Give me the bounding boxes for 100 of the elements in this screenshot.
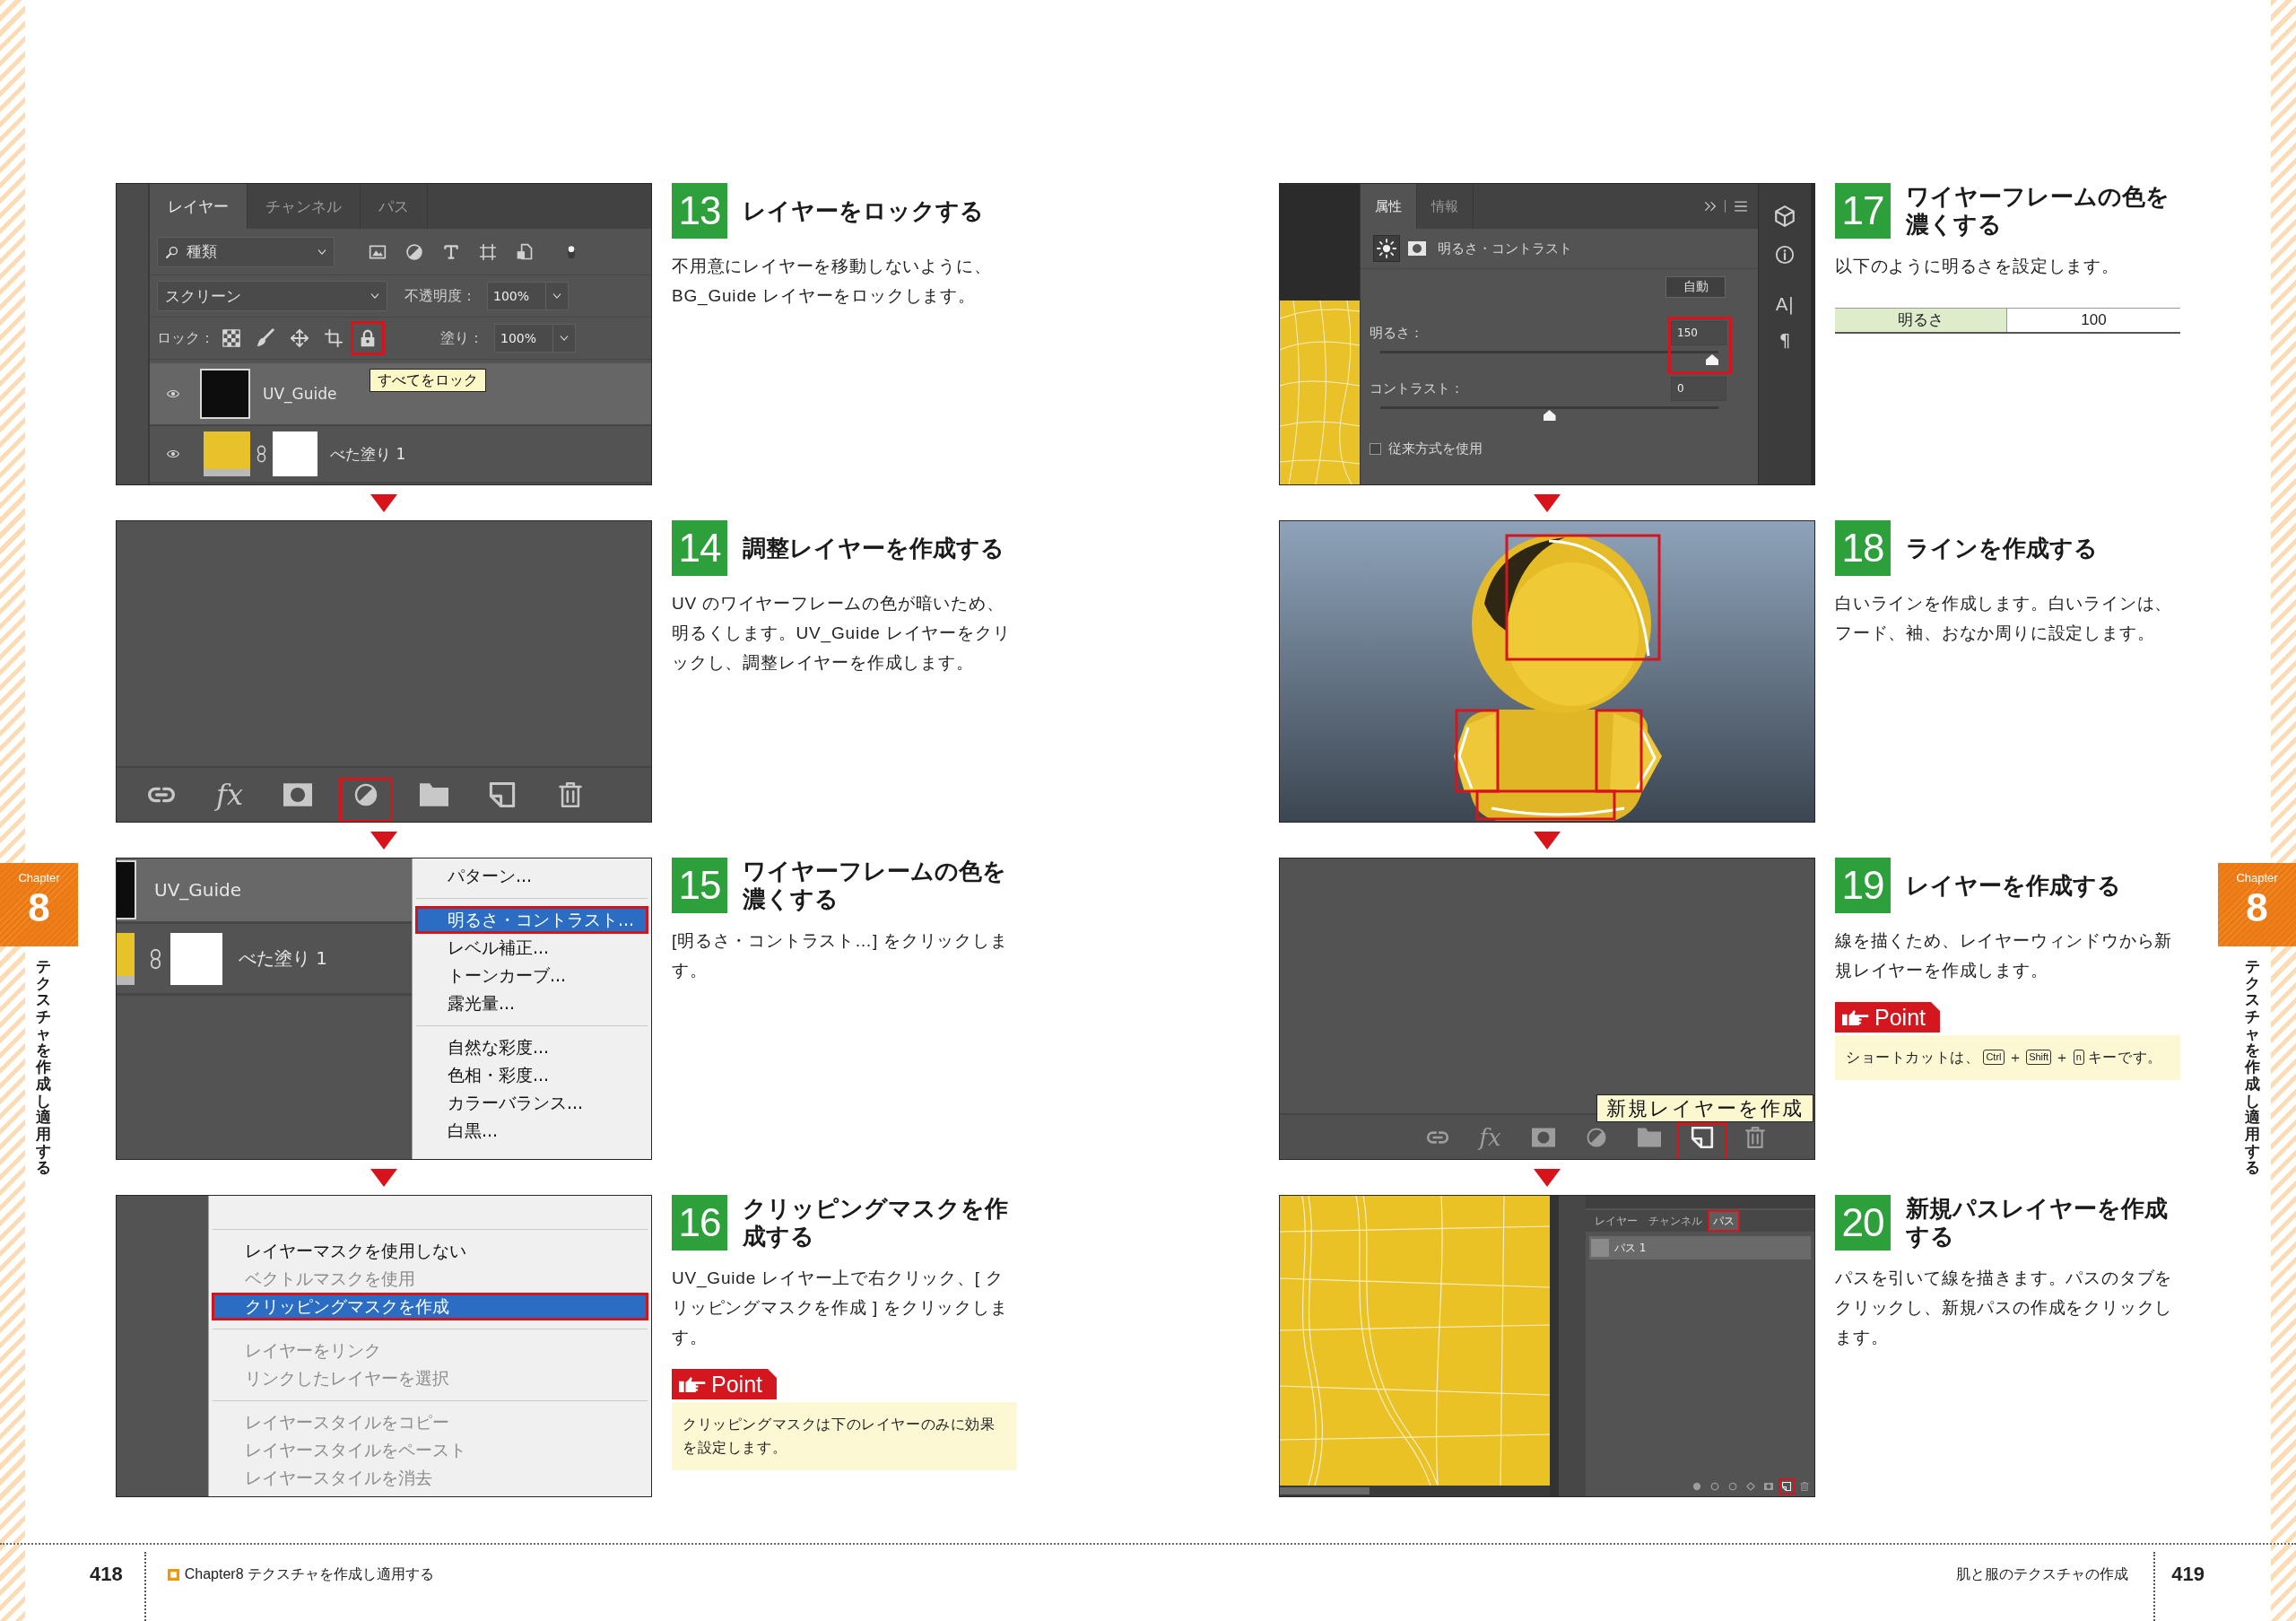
chapter-label: Chapter [2236,871,2278,885]
step-number: 19 [1835,858,1891,913]
step-description: 以下のように明るさを設定します。 [1835,256,2120,277]
chapter-label: Chapter [18,871,60,885]
step-number: 14 [672,520,727,576]
panel-tab[interactable]: パス [1708,1210,1740,1232]
new-path-icon [1782,1482,1791,1491]
panel-tab[interactable]: 情報 [1417,184,1474,229]
panel-tab[interactable]: パス [361,184,428,229]
lock-label: ロック： [157,328,214,348]
lock-button[interactable] [351,321,385,355]
eye-icon[interactable] [164,448,182,460]
filter-dropdown[interactable]: 種類 [157,236,335,267]
folder-icon [1637,1126,1661,1148]
down-triangle-icon [1534,1168,1561,1187]
down-triangle-icon [1534,831,1561,850]
trash-icon [556,782,585,807]
half-circle-filter-icon[interactable] [405,242,423,261]
layer-style-button[interactable]: fx [203,778,257,822]
menu-item[interactable]: パターン... [413,862,651,890]
step-title: レイヤーをロックする [743,196,985,225]
layer-row[interactable]: UV_Guide [117,858,412,924]
step-description: 白いラインを作成します。白いラインは、フード、袖、おなか周りに設定します。 [1835,593,2174,644]
slider-label: コントラスト： [1370,379,1464,397]
paragraph-panel-button[interactable]: ¶ [1779,329,1791,351]
character-panel-button[interactable]: A| [1775,293,1795,315]
toolbar-button[interactable] [1779,1478,1795,1495]
eye-icon[interactable] [164,388,182,400]
fill-field[interactable]: 100% [494,324,576,353]
auto-button[interactable]: 自動 [1665,276,1726,298]
blend-mode-dropdown[interactable]: スクリーン [157,281,387,311]
page-number: 418 [90,1563,123,1586]
path-row[interactable]: パス 1 [1589,1236,1811,1259]
setting-name-cell: 明るさ [1835,309,2007,332]
pointing-hand-icon [679,1376,706,1392]
step-description: [明るさ・コントラスト…] をクリックします。 [672,930,1009,981]
trash-icon [1743,1126,1767,1148]
shape-filter-icon[interactable] [479,242,497,261]
step-number: 16 [672,1195,727,1251]
value-field[interactable]: 150 [1671,320,1726,345]
new-layer-icon [1690,1126,1714,1148]
tooltip: 新規レイヤーを作成 [1596,1094,1813,1122]
panel-tab[interactable]: チャンネル [248,184,361,229]
slider-thumb[interactable] [1706,354,1718,365]
menu-item[interactable]: レイヤーマスクを使用しない [209,1237,651,1265]
layer-mask-icon [283,782,312,807]
panel-tab[interactable]: 属性 [1361,184,1417,229]
slider-label: 明るさ： [1370,324,1423,342]
diamond-icon [1746,1482,1755,1491]
running-title: Chapter8 テクスチャを作成し適用する [184,1565,434,1583]
panel-tab[interactable]: レイヤー [1589,1210,1643,1232]
menu-item[interactable]: 自然な彩度... [413,1033,651,1061]
type-filter-icon[interactable] [442,242,460,261]
caret-icon [552,292,561,301]
menu-item[interactable]: 明るさ・コントラスト... [415,906,648,934]
menu-item[interactable]: トーンカーブ... [413,962,651,989]
point-text: ＋ [2007,1050,2023,1065]
panel-tab[interactable]: チャンネル [1643,1210,1708,1232]
slider-control[interactable]: 明るさ： 150 [1361,317,1758,374]
slider-control[interactable]: コントラスト： 0 [1361,372,1758,430]
caret-icon [560,334,569,343]
step-description: 線を描くため、レイヤーウィンドウから新規レイヤーを作成します。 [1835,930,2174,981]
opacity-label: 不透明度： [404,286,476,306]
menu-item[interactable]: 色相・彩度... [413,1061,651,1089]
color-fill-thumbnail [117,932,135,985]
cube-icon[interactable] [1773,205,1796,228]
crop-icon [324,328,344,348]
opacity-field[interactable]: 100% [487,282,569,310]
checkbox[interactable] [1370,443,1381,455]
layer-mask-icon[interactable] [1407,241,1427,256]
smart-object-filter-icon[interactable] [516,242,534,261]
info-icon[interactable] [1775,245,1795,265]
step-title: ワイヤーフレームの色を濃くする [1906,183,2170,239]
panel-tab[interactable]: レイヤー [150,184,248,229]
slider-thumb[interactable] [1543,410,1556,421]
filled-circle-icon [1692,1482,1701,1491]
menu-icon[interactable] [1735,200,1747,213]
step-title: レイヤーを作成する [1906,871,2122,900]
brush-icon [256,328,275,348]
menu-item[interactable]: レベル補正... [413,934,651,962]
menu-item[interactable]: 白黒... [413,1117,651,1145]
down-triangle-icon [370,493,397,512]
chapter-bullet-icon [167,1569,179,1581]
keyboard-key: Shift [2026,1050,2052,1065]
value-field[interactable]: 0 [1671,376,1726,401]
layer-thumbnail [117,860,136,919]
menu-item[interactable]: カラーバランス... [413,1089,651,1117]
dotted-circle-icon [1728,1482,1737,1491]
step-number: 13 [672,183,727,239]
color-fill-thumbnail [204,431,250,476]
menu-item[interactable]: クリッピングマスクを作成 [212,1293,648,1320]
folder-icon [420,782,448,807]
step-description: UV_Guide レイヤー上で右クリック、[ クリッピングマスクを作成 ] をクリックします。 [672,1268,1009,1348]
chain-link-icon [257,445,266,463]
fill-label: 塗り： [440,328,483,348]
point-text: キーです。 [2087,1050,2162,1065]
double-chevron-icon[interactable] [1705,201,1716,212]
checkerboard-icon [222,328,241,348]
menu-item[interactable]: 露光量... [413,989,651,1017]
tooltip: すべてをロック [370,369,486,392]
